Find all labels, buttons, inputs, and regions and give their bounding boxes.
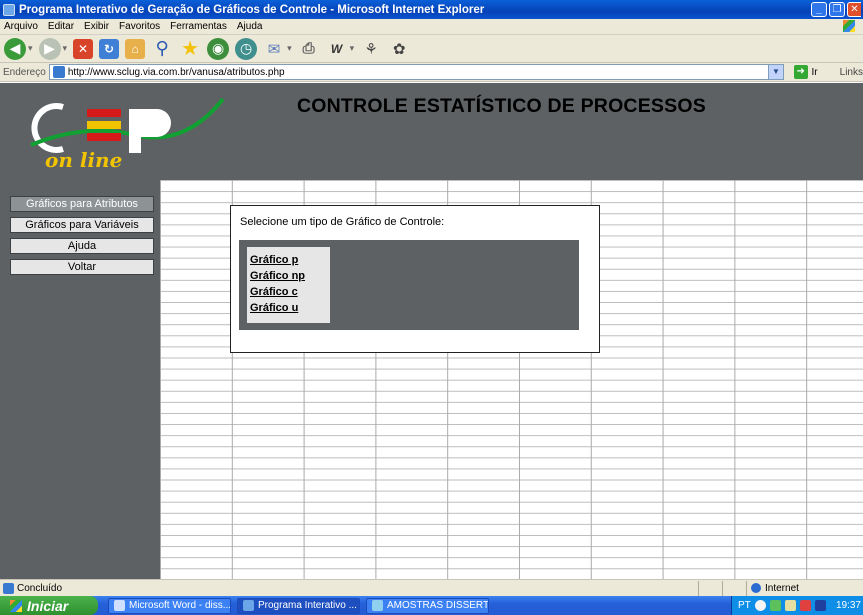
media-icon[interactable]: ◉ (207, 37, 230, 60)
windows-flag-icon (10, 599, 22, 612)
status-cell (698, 580, 722, 596)
menu-ajuda[interactable]: Ajuda (237, 21, 263, 32)
menu-arquivo[interactable]: Arquivo (4, 21, 38, 32)
go-button[interactable]: Ir (812, 67, 818, 78)
nav-graficos-atributos[interactable]: Gráficos para Atributos (10, 196, 154, 212)
network-icon[interactable] (769, 600, 781, 611)
chart-links-panel: Gráfico p Gráfico np Gráfico c Gráfico u (239, 240, 579, 330)
window-title: Programa Interativo de Geração de Gráfic… (19, 3, 485, 16)
address-input[interactable]: http://www.sclug.via.com.br/vanusa/atrib… (48, 64, 784, 80)
menu-favoritos[interactable]: Favoritos (119, 21, 160, 32)
messenger-icon[interactable]: ✿ (388, 38, 410, 60)
web-page: on line CONTROLE ESTATÍSTICO DE PROCESSO… (0, 83, 863, 579)
address-label: Endereço (3, 66, 46, 78)
home-icon[interactable]: ⌂ (125, 38, 146, 59)
zone-label: Internet (765, 582, 799, 594)
word-edit-icon[interactable]: W (326, 38, 348, 60)
ie-icon (3, 3, 15, 16)
menu-ferramentas[interactable]: Ferramentas (170, 21, 227, 32)
antivirus-icon[interactable] (799, 600, 811, 611)
address-url[interactable]: http://www.sclug.via.com.br/vanusa/atrib… (68, 67, 285, 78)
favorites-star-icon[interactable]: ★ (179, 38, 201, 60)
links-button[interactable]: Links (840, 67, 863, 78)
sidebar-nav: Gráficos para Atributos Gráficos para Va… (0, 180, 160, 579)
chart-links-list: Gráfico p Gráfico np Gráfico c Gráfico u (247, 247, 330, 323)
print-icon[interactable]: ⎙ (298, 38, 320, 60)
menu-bar: Arquivo Editar Exibir Favoritos Ferramen… (0, 19, 863, 35)
close-button[interactable]: ✕ (847, 2, 861, 17)
task-label: Microsoft Word - diss... (129, 600, 231, 611)
tray-app-icon[interactable] (784, 600, 796, 611)
status-text: Concluído (17, 582, 63, 594)
address-bar: Endereço http://www.sclug.via.com.br/van… (0, 63, 863, 82)
mail-icon[interactable]: ✉ (263, 38, 285, 60)
chart-selection-prompt: Selecione um tipo de Gráfico de Controle… (240, 216, 445, 228)
minimize-button[interactable]: _ (811, 2, 827, 17)
refresh-icon[interactable]: ↻ (99, 38, 120, 59)
windows-logo-icon (843, 20, 855, 32)
task-label: AMOSTRAS DISSERT... (387, 600, 489, 611)
nav-ajuda[interactable]: Ajuda (10, 238, 154, 254)
mail-dropdown-icon[interactable]: ▾ (287, 43, 292, 54)
search-icon[interactable]: ⚲ (151, 38, 173, 60)
link-grafico-np[interactable]: Gráfico np (250, 268, 330, 284)
link-grafico-c[interactable]: Gráfico c (250, 284, 330, 300)
link-grafico-p[interactable]: Gráfico p (250, 252, 330, 268)
language-indicator[interactable]: PT (738, 600, 751, 611)
start-label: Iniciar (27, 597, 69, 614)
edit-dropdown-icon[interactable]: ▾ (350, 43, 355, 54)
security-icon[interactable] (814, 600, 826, 611)
windows-taskbar: Iniciar Microsoft Word - diss... Program… (0, 596, 863, 615)
status-bar: Concluído Internet (0, 579, 863, 596)
ie-icon (243, 600, 254, 611)
svg-text:on line: on line (45, 148, 122, 172)
restore-button[interactable]: ❐ (829, 2, 845, 17)
menu-editar[interactable]: Editar (48, 21, 74, 32)
internet-globe-icon (751, 583, 761, 593)
site-title: CONTROLE ESTATÍSTICO DE PROCESSOS (297, 95, 706, 117)
chart-selection-box: Selecione um tipo de Gráfico de Controle… (230, 205, 600, 353)
task-explorer[interactable]: AMOSTRAS DISSERT... (366, 597, 489, 614)
page-header: on line CONTROLE ESTATÍSTICO DE PROCESSO… (0, 83, 863, 180)
go-arrow-icon[interactable]: ➜ (793, 65, 808, 79)
task-label: Programa Interativo ... (258, 600, 357, 611)
task-word[interactable]: Microsoft Word - diss... (108, 597, 231, 614)
status-cell (722, 580, 746, 596)
cep-online-logo: on line (30, 97, 225, 172)
window-title-bar[interactable]: Programa Interativo de Geração de Gráfic… (0, 0, 863, 19)
research-icon[interactable]: ⚘ (360, 38, 382, 60)
history-icon[interactable]: ◷ (235, 37, 258, 60)
forward-dropdown-icon[interactable]: ▾ (63, 43, 68, 54)
word-icon (114, 600, 125, 611)
page-icon (52, 66, 65, 78)
page-done-icon (3, 582, 14, 594)
clock[interactable]: 19:37 (836, 600, 861, 611)
stop-icon[interactable]: ✕ (73, 38, 94, 59)
browser-toolbar: ◀ ▾ ▶ ▾ ✕ ↻ ⌂ ⚲ ★ ◉ ◷ ✉ ▾ ⎙ W ▾ ⚘ ✿ (0, 35, 863, 63)
link-grafico-u[interactable]: Gráfico u (250, 300, 330, 316)
folder-icon (372, 600, 383, 611)
back-arrow-icon[interactable]: ◀ (4, 37, 26, 60)
forward-arrow-icon[interactable]: ▶ (38, 37, 61, 60)
nav-voltar[interactable]: Voltar (10, 259, 154, 275)
menu-exibir[interactable]: Exibir (84, 21, 109, 32)
tray-expand-icon[interactable] (754, 600, 766, 611)
nav-graficos-variaveis[interactable]: Gráficos para Variáveis (10, 217, 154, 233)
address-dropdown-icon[interactable]: ▼ (767, 65, 783, 79)
system-tray: PT 19:37 (731, 596, 863, 615)
start-button[interactable]: Iniciar (0, 596, 98, 615)
security-zone: Internet (746, 580, 863, 596)
task-ie[interactable]: Programa Interativo ... (237, 597, 360, 614)
back-dropdown-icon[interactable]: ▾ (28, 43, 33, 54)
